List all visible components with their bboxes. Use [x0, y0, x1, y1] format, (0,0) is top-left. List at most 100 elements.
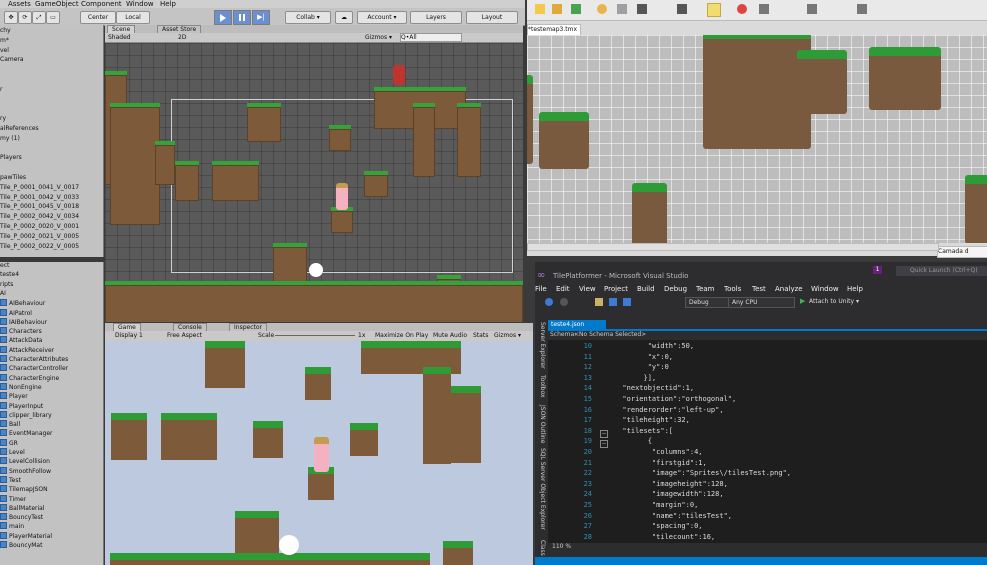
zoom-dropdown[interactable]: 110 % [552, 543, 571, 551]
undo-icon[interactable] [597, 4, 607, 14]
menu-view[interactable]: View [579, 285, 596, 293]
tree-item[interactable]: Tile_P_0002_0020_V_0001 [0, 223, 100, 231]
menu-test[interactable]: Test [752, 285, 766, 293]
tree-item[interactable]: Tile_P_0001_0045_V_0018 [0, 203, 100, 211]
pause-button[interactable] [233, 10, 251, 25]
tree-item[interactable]: Tile_P_0001_0042_V_0033 [0, 194, 100, 202]
tree-item[interactable]: AttackData [0, 336, 100, 344]
tree-item[interactable]: BouncyMat [0, 541, 100, 549]
tiled-map-canvas[interactable] [527, 35, 987, 243]
schema-dropdown[interactable]: <No Schema Selected> [574, 331, 646, 339]
wand-icon[interactable] [707, 3, 721, 17]
open-file-icon[interactable] [595, 298, 603, 306]
redo-icon[interactable] [617, 4, 627, 14]
save-all-icon[interactable] [623, 298, 631, 306]
tree-item[interactable]: Tile_P_0002_0022_V_0005 [0, 243, 100, 251]
tree-item[interactable]: CharacterEngine [0, 373, 100, 382]
editor-tab-teste4-json[interactable]: teste4.json [548, 320, 606, 329]
tree-item[interactable]: Camera [0, 56, 100, 64]
menu-component[interactable]: Component [81, 0, 122, 8]
tree-item[interactable]: Test [0, 475, 100, 484]
game-gizmos-dropdown[interactable]: Gizmos ▾ [494, 332, 521, 339]
new-map-icon[interactable] [535, 4, 545, 14]
menu-build[interactable]: Build [637, 285, 655, 293]
tree-item[interactable]: alReferences [0, 125, 100, 133]
tree-item[interactable]: CharacterController [0, 364, 100, 372]
scene-search-input[interactable]: Q•All [400, 33, 462, 42]
rect-tool-button[interactable]: ▭ [46, 11, 60, 24]
tree-item[interactable]: BouncyTest [0, 513, 100, 521]
tree-item[interactable]: r [0, 86, 100, 94]
tree-item[interactable]: pawTiles [0, 174, 100, 182]
menu-edit[interactable]: Edit [556, 285, 570, 293]
layers-dropdown[interactable]: Layers [410, 11, 462, 24]
side-tab-json-outline[interactable]: JSON Outline [539, 405, 546, 443]
layout-dropdown[interactable]: Layout [466, 11, 518, 24]
menu-team[interactable]: Team [696, 285, 715, 293]
layer-label[interactable]: Camada d [937, 246, 987, 258]
open-icon[interactable] [552, 4, 562, 14]
menu-gameobject[interactable]: GameObject [35, 0, 79, 8]
tree-item[interactable]: BallMaterial [0, 503, 100, 512]
mode-2d-toggle[interactable]: 2D [178, 34, 186, 41]
scene-gizmos-dropdown[interactable]: Gizmos ▾ [365, 34, 392, 41]
save-icon[interactable] [609, 298, 617, 306]
tree-item[interactable]: EventManager [0, 429, 100, 437]
menu-help[interactable]: Help [847, 285, 863, 293]
start-icon[interactable]: ▶ [800, 297, 805, 305]
tree-item[interactable]: AIPatrol [0, 308, 100, 317]
tree-item[interactable]: Player [0, 392, 100, 400]
tree-item[interactable]: PlayerMaterial [0, 531, 100, 540]
tree-item[interactable]: SmoothFollow [0, 466, 100, 475]
fold-toggle-icon[interactable]: − [600, 430, 608, 438]
scale-slider[interactable] [275, 335, 355, 336]
tree-item[interactable] [0, 66, 100, 74]
select-icon[interactable] [759, 4, 769, 14]
tree-item[interactable]: IAIBehaviour [0, 317, 100, 326]
object-icon[interactable] [857, 4, 867, 14]
tree-item[interactable]: teste4 [0, 271, 100, 279]
tree-item[interactable]: ripts [0, 281, 100, 289]
menu-window[interactable]: Window [811, 285, 839, 293]
tree-item[interactable] [0, 76, 100, 84]
tree-item[interactable]: TilemapJSON [0, 485, 100, 493]
eraser-icon[interactable] [737, 4, 747, 14]
attach-to-unity-button[interactable]: Attach to Unity ▾ [809, 297, 859, 306]
tree-item[interactable]: NonEngine [0, 382, 100, 391]
tree-item[interactable]: PlayerInput [0, 401, 100, 410]
forward-icon[interactable] [560, 298, 568, 306]
pivot-local-button[interactable]: Local [116, 11, 150, 24]
menu-assets[interactable]: Assets [8, 0, 31, 8]
tree-item[interactable] [0, 105, 100, 113]
aspect-dropdown[interactable]: Free Aspect [167, 332, 202, 339]
quick-launch-input[interactable]: Quick Launch (Ctrl+Q) [896, 266, 987, 276]
menu-project[interactable]: Project [604, 285, 628, 293]
scene-viewport[interactable] [105, 43, 523, 322]
side-tab-sql-server-object-explorer[interactable]: SQL Server Object Explorer [539, 448, 546, 530]
menu-debug[interactable]: Debug [664, 285, 687, 293]
tree-item[interactable]: Tile_P_0001_0041_V_0017 [0, 184, 100, 192]
tree-item[interactable]: my (1) [0, 135, 100, 143]
display-dropdown[interactable]: Display 1 [115, 332, 143, 339]
tree-item[interactable]: Characters [0, 327, 100, 335]
stats-toggle[interactable]: Stats [473, 332, 488, 339]
config-dropdown[interactable]: Debug [685, 297, 730, 308]
scale-tool-button[interactable]: ⤢ [32, 11, 46, 24]
tree-item[interactable]: CharacterAttributes [0, 355, 100, 363]
fold-toggle-icon[interactable]: − [600, 440, 608, 448]
maximize-on-play-toggle[interactable]: Maximize On Play [375, 332, 428, 339]
cloud-icon[interactable]: ☁ [335, 11, 353, 24]
tree-item[interactable]: vel [0, 47, 100, 55]
mute-audio-toggle[interactable]: Mute Audio [433, 332, 467, 339]
tree-item[interactable]: m* [0, 37, 100, 45]
tree-item[interactable]: AI [0, 290, 100, 298]
code-editor[interactable]: 10 "width":50, 11 "x":0, 12 "y":0 13 }],… [548, 340, 987, 543]
tree-item[interactable]: Tile_P_0002_0042_V_0034 [0, 213, 100, 221]
menu-window[interactable]: Window [126, 0, 154, 8]
collab-button[interactable]: Collab ▾ [285, 11, 331, 24]
side-tab-class[interactable]: Class [539, 540, 546, 556]
tree-item[interactable]: Level [0, 448, 100, 456]
rotate-tool-button[interactable]: ⟳ [18, 11, 32, 24]
tree-item[interactable]: Timer [0, 494, 100, 503]
back-icon[interactable] [545, 298, 553, 306]
